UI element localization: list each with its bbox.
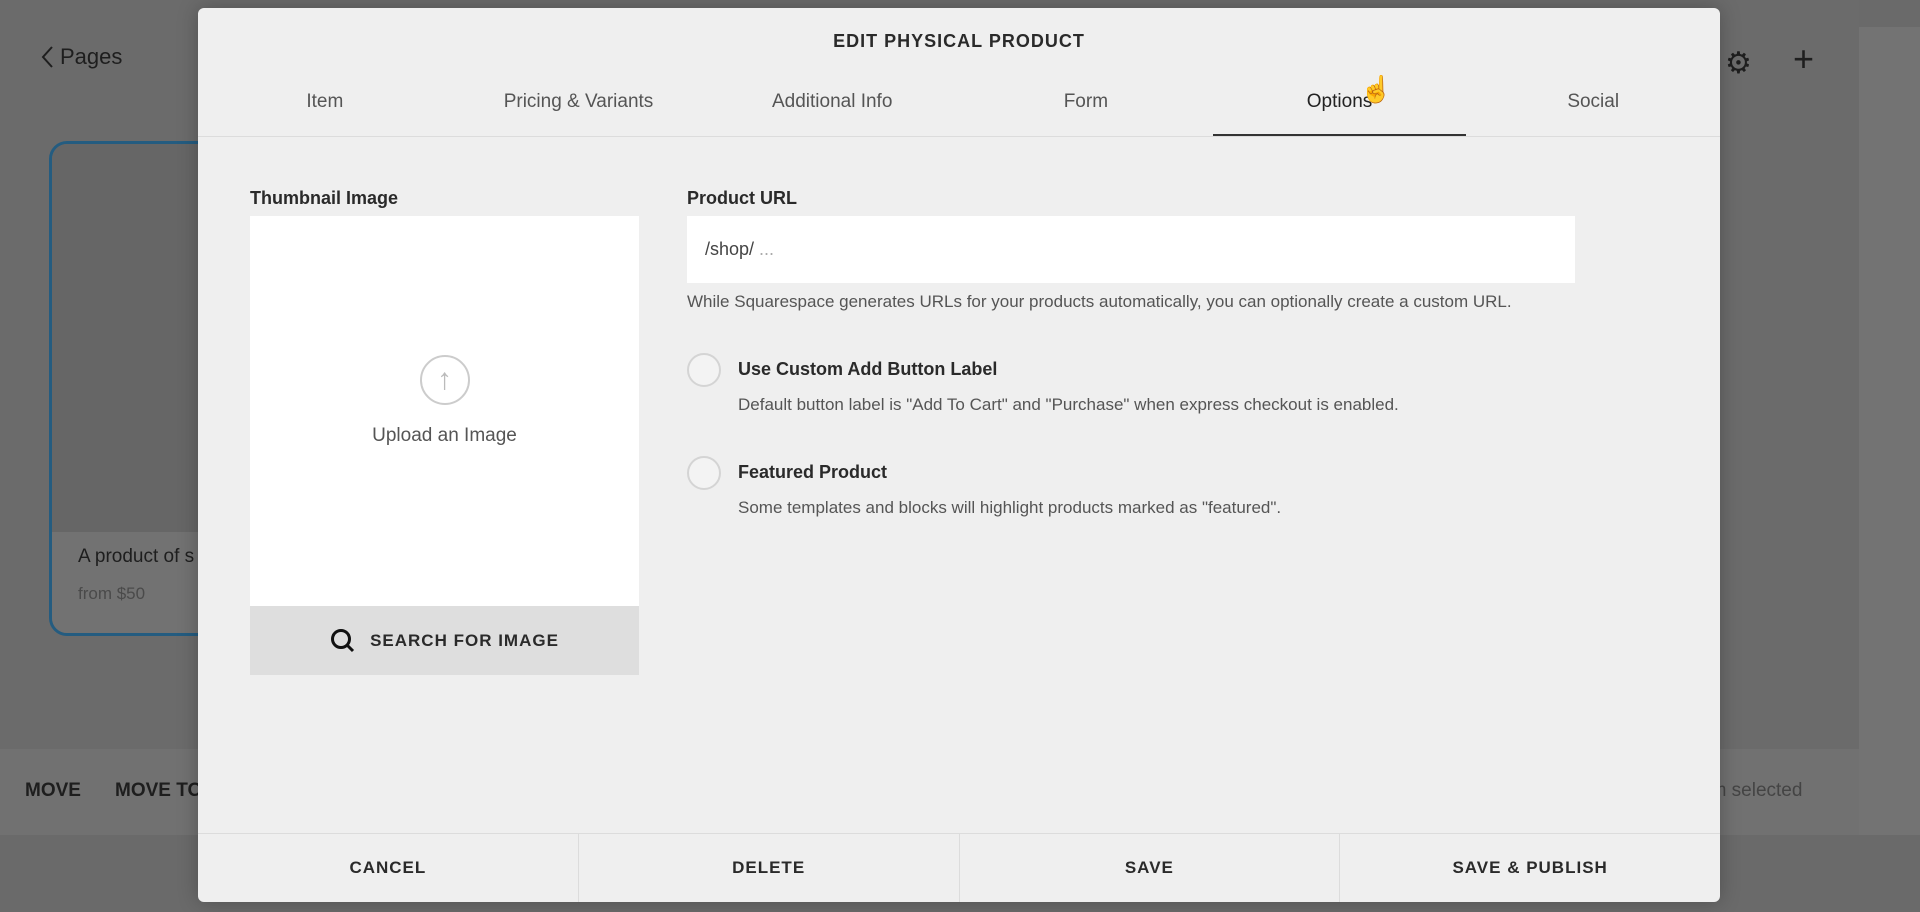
tab-pricing-variants[interactable]: Pricing & Variants: [452, 72, 706, 136]
modal-footer: CANCEL DELETE SAVE SAVE & PUBLISH: [198, 833, 1720, 902]
back-to-pages-link[interactable]: Pages: [40, 44, 122, 70]
url-prefix: /shop/: [705, 239, 755, 259]
thumbnail-label: Thumbnail Image: [250, 188, 399, 208]
move-button[interactable]: MOVE: [25, 780, 81, 802]
upload-image-text: Upload an Image: [372, 425, 517, 446]
tab-form[interactable]: Form: [959, 72, 1213, 136]
modal-title: EDIT PHYSICAL PRODUCT: [833, 31, 1085, 51]
right-panel: [1859, 27, 1920, 835]
search-for-image-label: SEARCH FOR IMAGE: [370, 630, 559, 650]
tab-bar: Item Pricing & Variants Additional Info …: [198, 72, 1720, 137]
delete-button[interactable]: DELETE: [579, 834, 960, 902]
save-button[interactable]: SAVE: [960, 834, 1341, 902]
upload-arrow-icon: ↑: [419, 355, 470, 405]
custom-button-label-title: Use Custom Add Button Label: [738, 359, 998, 379]
tab-options[interactable]: Options: [1212, 72, 1467, 136]
thumbnail-upload-area[interactable]: ↑ Upload an Image: [250, 216, 639, 606]
edit-product-modal: EDIT PHYSICAL PRODUCT Item Pricing & Var…: [198, 8, 1720, 902]
plus-icon[interactable]: +: [1793, 38, 1814, 80]
tab-additional-info[interactable]: Additional Info: [705, 72, 959, 136]
featured-product-title: Featured Product: [738, 462, 888, 482]
search-for-image-button[interactable]: SEARCH FOR IMAGE: [250, 606, 639, 675]
move-to-button[interactable]: MOVE TO: [115, 780, 202, 802]
featured-product-description: Some templates and blocks will highlight…: [738, 498, 1282, 517]
custom-button-label-description: Default button label is "Add To Cart" an…: [738, 395, 1399, 414]
chevron-left-icon: [41, 46, 53, 68]
custom-button-label-radio[interactable]: [687, 353, 721, 387]
hand-cursor-icon: ☝: [1360, 74, 1393, 104]
save-publish-button[interactable]: SAVE & PUBLISH: [1340, 834, 1720, 902]
back-link-label: Pages: [60, 44, 123, 69]
product-url-input[interactable]: /shop/ ...: [687, 216, 1575, 283]
tab-social[interactable]: Social: [1466, 72, 1720, 136]
featured-product-radio[interactable]: [687, 456, 721, 490]
cancel-button[interactable]: CANCEL: [198, 834, 579, 902]
search-icon: [331, 628, 355, 652]
product-url-label: Product URL: [687, 188, 797, 208]
gear-icon[interactable]: ⚙: [1725, 46, 1752, 81]
url-placeholder: ...: [759, 239, 775, 259]
tab-item[interactable]: Item: [198, 72, 452, 136]
product-url-help: While Squarespace generates URLs for you…: [687, 292, 1512, 311]
